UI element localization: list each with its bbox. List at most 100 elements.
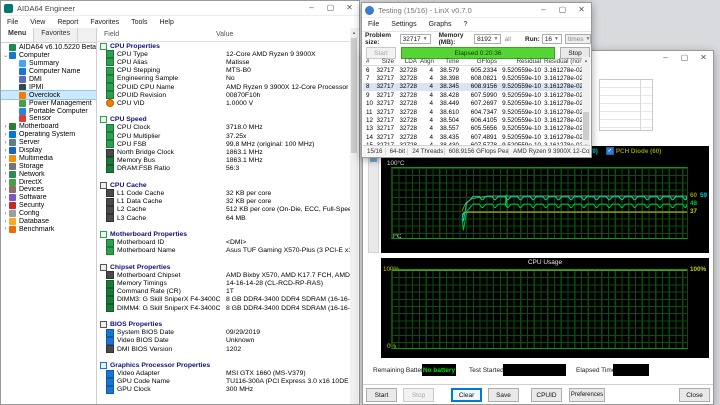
all-label[interactable]: all	[504, 36, 511, 43]
field-row[interactable]: Memory Bus 1863.1 MHz	[98, 156, 353, 165]
tree-item[interactable]: › Network	[1, 170, 96, 178]
menu-item[interactable]: Help	[153, 19, 179, 26]
menu-item[interactable]: Settings	[385, 21, 422, 28]
tree-expander-icon[interactable]: ›	[2, 155, 9, 161]
cpuid-button[interactable]: CPUID	[531, 388, 562, 402]
table-row[interactable]: 12 32717 32728 4 38.504 606.4105 9.520559e-…	[363, 116, 583, 124]
problem-size-select[interactable]: 32717 ▼	[399, 34, 431, 44]
tree-expander-icon[interactable]: ›	[2, 187, 9, 193]
field-row[interactable]: DMI BIOS Version 1202	[98, 345, 353, 354]
field-row[interactable]: GPU Code Name TU116-300A (PCI Express 3.…	[98, 377, 353, 386]
tree-item[interactable]: IPMI	[1, 83, 96, 91]
field-row[interactable]: L1 Code Cache 32 KB per core	[98, 189, 353, 198]
graphs-scrollbar[interactable]	[368, 147, 379, 253]
tree-item[interactable]: › DirectX	[1, 178, 96, 186]
field-row[interactable]: Command Rate (CR) 1T	[98, 287, 353, 296]
close-icon[interactable]: ✕	[694, 51, 713, 65]
tree-expander-icon[interactable]: ›	[2, 226, 9, 232]
table-row[interactable]: 6 32717 32728 4 38.579 605.2334 9.520559e-1…	[363, 66, 583, 74]
tree-expander-icon[interactable]: ›	[2, 195, 9, 201]
table-row[interactable]: 8 32717 32728 4 38.345 608.9156 9.520559e-1…	[363, 82, 583, 92]
aida64-titlebar[interactable]: AIDA64 Engineer – ▢ ✕	[1, 1, 359, 16]
field-row[interactable]: Motherboard Name Asus TUF Gaming X570-Pl…	[98, 246, 353, 255]
scroll-up-icon[interactable]: ▲	[350, 28, 358, 36]
tree-expander-icon[interactable]: ›	[2, 179, 9, 185]
tree-expander-icon[interactable]: ›	[2, 140, 9, 146]
field-column-header[interactable]: Field	[104, 31, 214, 38]
tree-item[interactable]: Power Management	[1, 99, 96, 107]
menu-item[interactable]: ?	[458, 21, 474, 28]
menu-item[interactable]: File	[362, 21, 385, 28]
field-row[interactable]: CPU Clock 3718.0 MHz	[98, 123, 353, 132]
field-row[interactable]: System BIOS Date 09/29/2019	[98, 328, 353, 337]
tab-menu[interactable]: Menu	[1, 28, 35, 42]
field-row[interactable]: CPUID Revision 00870F10h	[98, 91, 353, 100]
tree-item[interactable]: ⌄ Computer	[1, 52, 96, 60]
tree-item[interactable]: Portable Computer	[1, 107, 96, 115]
maximize-icon[interactable]: ▢	[553, 3, 572, 17]
stop-button[interactable]: Stop	[403, 388, 434, 402]
field-row[interactable]: Engineering Sample No	[98, 74, 353, 83]
field-row[interactable]: North Bridge Clock 1863.1 MHz	[98, 148, 353, 157]
table-row[interactable]: 7 32717 32728 4 38.398 608.0821 9.520559e-1…	[363, 74, 583, 82]
tree-item[interactable]: Overclock	[1, 90, 96, 101]
table-row[interactable]: 13 32717 32728 4 38.557 605.5656 9.520559e-…	[363, 125, 583, 133]
field-row[interactable]: CPU Multiplier 37.25x	[98, 132, 353, 141]
minimize-icon[interactable]: –	[534, 3, 553, 17]
field-row[interactable]: L2 Cache 512 KB per core (On-Die, ECC, F…	[98, 205, 353, 214]
menu-item[interactable]: Favorites	[84, 19, 125, 26]
linx-table-header[interactable]: # Size LDA Align Time GFlops Residual Residual …	[363, 57, 586, 66]
field-row[interactable]: Graphics Processor Properties	[98, 361, 353, 369]
tree-expander-icon[interactable]: ⌄	[2, 52, 9, 59]
start-button[interactable]: Start	[366, 388, 397, 402]
legend-item[interactable]: ✓ PCH Diode (60)	[605, 147, 661, 155]
tree-expander-icon[interactable]: ›	[2, 163, 9, 169]
field-row[interactable]: CPU Speed	[98, 116, 353, 124]
field-row[interactable]: DIMM3: G Skill SniperX F4-3400C16-8GSXW …	[98, 295, 353, 304]
minimize-icon[interactable]: –	[656, 51, 675, 65]
table-row[interactable]: 11 32717 32728 4 38.610 604.7347 9.520559e-…	[363, 108, 583, 116]
field-row[interactable]: DIMM4: G Skill SniperX F4-3400C16-8GSXW …	[98, 304, 353, 313]
linx-titlebar[interactable]: Testing (15/16) - LinX v0.7.0 – ▢ ✕	[362, 3, 591, 18]
clear-button[interactable]: Clear	[451, 388, 482, 402]
field-row[interactable]: CPU FSB 99.8 MHz (original: 100 MHz)	[98, 140, 353, 149]
close-icon[interactable]: ✕	[340, 1, 359, 15]
menu-item[interactable]: View	[24, 19, 51, 26]
tree-item[interactable]: › Server	[1, 139, 96, 147]
tree-item[interactable]: Sensor	[1, 115, 96, 123]
preferences-button[interactable]: Preferences	[569, 388, 605, 402]
tree-item[interactable]: AIDA64 v6.10.5220 Beta	[1, 44, 96, 52]
field-row[interactable]: GPU Clock 300 MHz	[98, 385, 353, 394]
tree-item[interactable]: › Motherboard	[1, 123, 96, 131]
tree-expander-icon[interactable]: ›	[2, 203, 9, 209]
minimize-icon[interactable]: –	[302, 1, 321, 15]
tree-item[interactable]: › Benchmark	[1, 225, 96, 233]
scroll-up-icon[interactable]: ▲	[582, 57, 590, 64]
tree-item[interactable]: DMI	[1, 76, 96, 84]
tree-item[interactable]: › Database	[1, 218, 96, 226]
field-row[interactable]: Motherboard Chipset AMD Bixby X570, AMD …	[98, 271, 353, 280]
save-button[interactable]: Save	[488, 388, 519, 402]
tree-item[interactable]: Summary	[1, 60, 96, 68]
tree-expander-icon[interactable]: ›	[2, 132, 9, 138]
checkbox-icon[interactable]: ✓	[605, 147, 614, 155]
panel-scrollbar[interactable]: ▲	[350, 28, 358, 404]
field-row[interactable]: Memory Timings 14-16-14-28 (CL-RCD-RP-RA…	[98, 279, 353, 288]
field-row[interactable]	[98, 108, 353, 116]
field-row[interactable]: L1 Data Cache 32 KB per core	[98, 197, 353, 206]
tree-item[interactable]: › Security	[1, 202, 96, 210]
tree-item[interactable]: › Software	[1, 194, 96, 202]
tree-item[interactable]: Computer Name	[1, 68, 96, 76]
linx-table-scrollbar[interactable]: ▲ ▼	[582, 57, 590, 149]
tree-expander-icon[interactable]: ›	[2, 124, 9, 130]
field-row[interactable]	[98, 173, 353, 181]
field-row[interactable]: CPU Type 12-Core AMD Ryzen 9 3900X	[98, 50, 353, 59]
field-row[interactable]: DRAM:FSB Ratio 56:3	[98, 164, 353, 173]
tree-expander-icon[interactable]: ›	[2, 148, 9, 154]
tree-item[interactable]: › Multimedia	[1, 154, 96, 162]
field-row[interactable]	[98, 255, 353, 263]
table-row[interactable]: 10 32717 32728 4 38.449 607.2697 9.520559e-…	[363, 100, 583, 108]
value-column-header[interactable]: Value	[216, 31, 233, 38]
table-row[interactable]: 14 32717 32728 4 38.435 607.4891 9.520559e-…	[363, 133, 583, 141]
field-row[interactable]: Video BIOS Date Unknown	[98, 336, 353, 345]
